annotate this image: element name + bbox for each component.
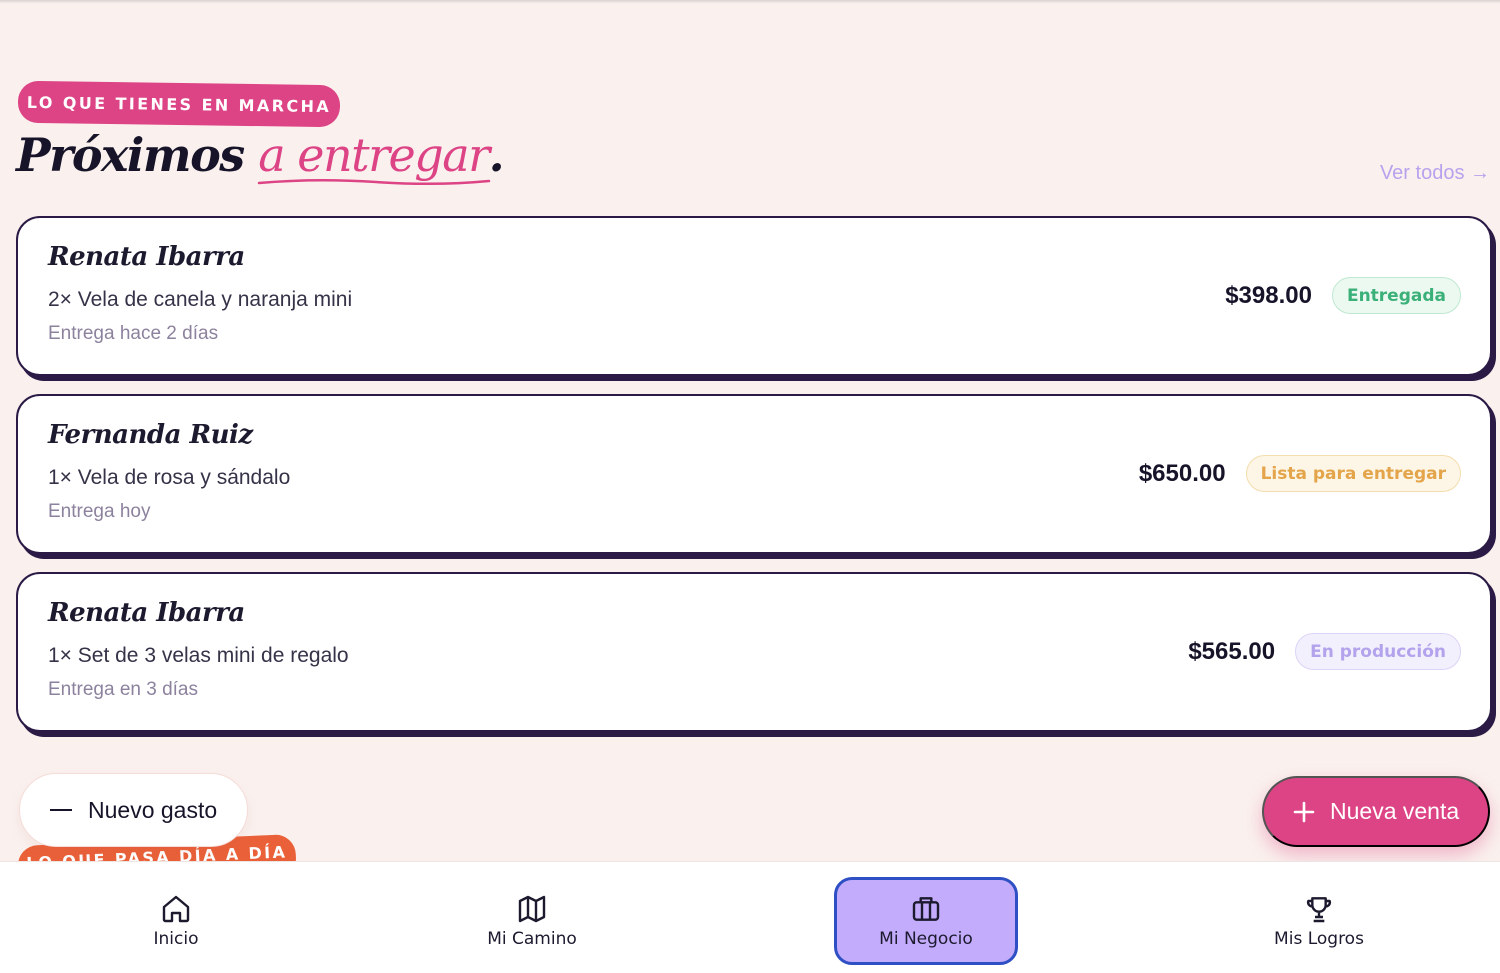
new-sale-button[interactable]: Nueva venta <box>1262 776 1490 847</box>
order-item: 1× Vela de rosa y sándalo <box>48 466 291 489</box>
view-all-link[interactable]: Ver todos → <box>1380 162 1490 185</box>
delivery-date: Entrega hace 2 días <box>48 323 219 344</box>
title-accent: a entregar <box>257 128 491 186</box>
order-card[interactable]: Fernanda Ruiz 1× Vela de rosa y sándalo … <box>16 394 1492 554</box>
status-badge: En producción <box>1295 633 1461 670</box>
order-summary: $565.00 En producción <box>1188 574 1461 729</box>
plus-icon <box>1293 801 1315 822</box>
status-badge: Entregada <box>1331 277 1461 314</box>
delivery-date: Entrega hoy <box>48 501 151 522</box>
order-amount: $565.00 <box>1188 637 1276 665</box>
title-main: Próximos <box>16 128 259 182</box>
status-badge: Lista para entregar <box>1245 455 1461 492</box>
trophy-icon <box>1306 897 1332 923</box>
new-expense-button[interactable]: Nuevo gasto <box>19 773 248 847</box>
nav-item-inicio[interactable]: Inicio <box>96 877 256 965</box>
order-item: 1× Set de 3 velas mini de regalo <box>48 644 349 667</box>
title-end: . <box>488 128 505 182</box>
order-item: 2× Vela de canela y naranja mini <box>48 288 353 311</box>
nav-item-mi-camino[interactable]: Mi Camino <box>452 877 612 965</box>
bottom-nav: Inicio Mi Camino Mi Negocio Mis Logros <box>0 861 1500 973</box>
order-card[interactable]: Renata Ibarra 1× Set de 3 velas mini de … <box>16 572 1492 732</box>
nav-label: Mi Camino <box>487 929 577 949</box>
order-amount: $398.00 <box>1225 281 1312 309</box>
new-sale-label: Nueva venta <box>1330 798 1460 824</box>
briefcase-icon <box>912 897 940 921</box>
home-icon <box>162 895 190 923</box>
customer-name: Fernanda Ruiz <box>48 420 253 450</box>
customer-name: Renata Ibarra <box>48 242 245 272</box>
section-eyebrow: LO QUE TIENES EN MARCHA <box>17 80 341 128</box>
nav-item-mis-logros[interactable]: Mis Logros <box>1239 877 1399 965</box>
map-icon <box>518 895 546 923</box>
nav-label: Inicio <box>153 929 199 949</box>
customer-name: Renata Ibarra <box>48 598 245 628</box>
new-expense-label: Nuevo gasto <box>88 796 218 823</box>
underline-squiggle <box>257 178 491 186</box>
page-title: Próximos a entregar. <box>16 128 505 186</box>
order-amount: $650.00 <box>1138 459 1226 487</box>
minus-icon <box>50 808 72 812</box>
title-accent-text: a entregar <box>258 128 490 182</box>
nav-item-mi-negocio[interactable]: Mi Negocio <box>834 877 1018 965</box>
nav-label: Mis Logros <box>1274 929 1364 949</box>
nav-label: Mi Negocio <box>879 929 973 949</box>
order-summary: $650.00 Lista para entregar <box>1139 396 1461 551</box>
delivery-date: Entrega en 3 días <box>48 679 198 700</box>
order-card[interactable]: Renata Ibarra 2× Vela de canela y naranj… <box>16 216 1492 376</box>
top-edge <box>0 0 1500 3</box>
order-summary: $398.00 Entregada <box>1225 218 1461 373</box>
